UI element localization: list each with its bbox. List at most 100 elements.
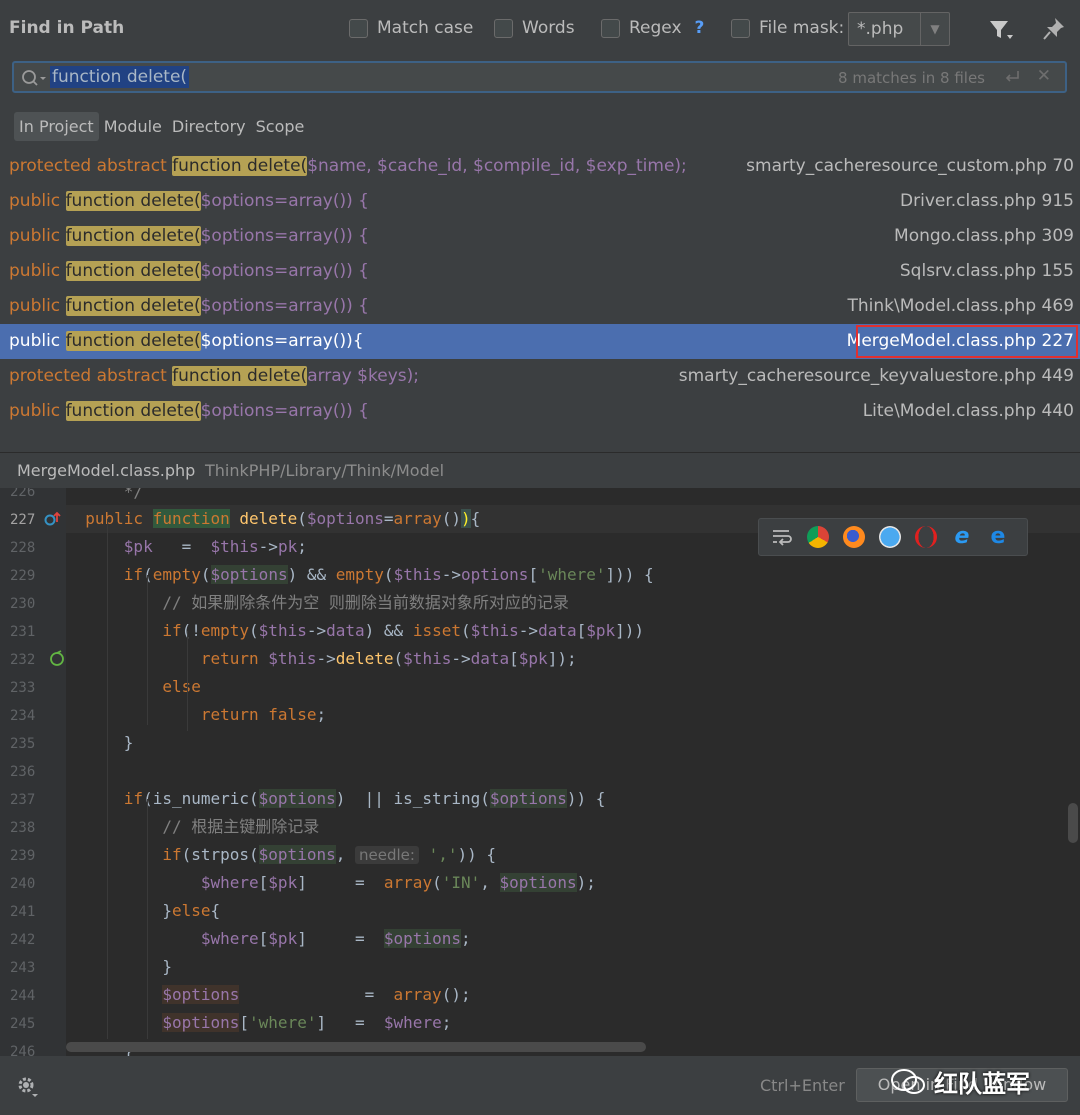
line-number: 239 bbox=[10, 848, 36, 864]
recursive-call-icon[interactable] bbox=[48, 650, 66, 668]
safari-icon[interactable] bbox=[879, 526, 901, 548]
code-line-239: if(strpos($options, needle: ',')) { bbox=[162, 845, 496, 864]
words-checkbox[interactable] bbox=[494, 18, 513, 38]
code-line-237: if(is_numeric($options) || is_string($op… bbox=[123, 789, 606, 808]
preview-file-path: ThinkPHP/Library/Think/Model bbox=[205, 461, 445, 480]
new-line-icon[interactable] bbox=[1003, 68, 1021, 86]
result-file[interactable]: Mongo.class.php 309 bbox=[894, 219, 1074, 254]
result-row[interactable]: public function delete($options=array())… bbox=[0, 394, 1080, 429]
gear-icon[interactable] bbox=[15, 1074, 39, 1098]
line-number: 232 bbox=[10, 652, 36, 668]
line-number: 244 bbox=[10, 988, 36, 1004]
line-number: 233 bbox=[10, 680, 36, 696]
code-line-229: if(empty($options) && empty($this->optio… bbox=[123, 565, 654, 584]
result-file[interactable]: smarty_cacheresource_custom.php 70 bbox=[746, 149, 1074, 184]
ie-icon[interactable]: e bbox=[951, 526, 973, 548]
result-file[interactable]: Driver.class.php 915 bbox=[900, 184, 1074, 219]
result-code: public function delete($options=array())… bbox=[9, 184, 369, 219]
indent-guide bbox=[147, 799, 148, 1039]
result-row[interactable]: public function delete($options=array())… bbox=[0, 254, 1080, 289]
result-file[interactable]: Think\Model.class.php 469 bbox=[848, 289, 1075, 324]
tab-in-project[interactable]: In Project bbox=[14, 112, 99, 141]
regex-help-icon[interactable]: ? bbox=[695, 18, 705, 38]
code-line-226: */ bbox=[123, 488, 144, 501]
line-number: 231 bbox=[10, 624, 36, 640]
result-rest: $options=array()) { bbox=[200, 226, 369, 246]
wrap-icon[interactable] bbox=[771, 526, 793, 548]
search-input[interactable]: function delete( 8 matches in 8 files ✕ bbox=[12, 61, 1067, 93]
line-number: 228 bbox=[10, 540, 36, 556]
result-prefix: public bbox=[9, 296, 66, 316]
pin-icon[interactable] bbox=[1042, 16, 1066, 42]
code-line-235: } bbox=[66, 733, 134, 752]
match-case-label: Match case bbox=[377, 18, 474, 38]
tab-directory[interactable]: Directory bbox=[167, 112, 251, 141]
result-rest: $options=array()) { bbox=[200, 296, 369, 316]
code-line-238: // 根据主键删除记录 bbox=[162, 817, 320, 836]
indent-guide bbox=[147, 575, 148, 725]
vertical-scrollbar[interactable] bbox=[1068, 803, 1078, 843]
file-mask-checkbox[interactable] bbox=[731, 18, 750, 38]
result-code: protected abstract function delete(array… bbox=[9, 359, 419, 394]
result-row[interactable]: public function delete($options=array())… bbox=[0, 219, 1080, 254]
close-icon[interactable]: ✕ bbox=[1037, 66, 1051, 86]
result-row[interactable]: protected abstract function delete($name… bbox=[0, 149, 1080, 184]
result-row[interactable]: public function delete($options=array())… bbox=[0, 324, 1080, 359]
code-line-231: if(!empty($this->data) && isset($this->d… bbox=[162, 621, 645, 640]
result-prefix: protected abstract bbox=[9, 156, 173, 176]
search-query: function delete( bbox=[50, 66, 190, 88]
file-mask-option[interactable]: File mask: bbox=[731, 18, 844, 38]
line-number: 226 bbox=[10, 488, 36, 500]
match-case-option[interactable]: Match case bbox=[349, 18, 473, 38]
line-number: 242 bbox=[10, 932, 36, 948]
match-case-checkbox[interactable] bbox=[349, 18, 368, 38]
result-prefix: public bbox=[9, 226, 66, 246]
firefox-icon[interactable] bbox=[843, 526, 865, 548]
filter-icon[interactable] bbox=[988, 18, 1014, 42]
dialog-footer: Ctrl+Enter Open in Find Window 红队蓝军 bbox=[0, 1056, 1080, 1115]
edge-icon[interactable]: e bbox=[987, 526, 1009, 548]
result-match: function delete( bbox=[65, 226, 201, 246]
file-mask-dropdown[interactable]: *.php ▼ bbox=[848, 12, 950, 46]
result-code: public function delete($options=array())… bbox=[9, 324, 364, 359]
find-header: Find in Path Match case Words Regex ? Fi… bbox=[0, 0, 1080, 60]
line-number: 246 bbox=[10, 1044, 36, 1056]
browser-toolbar: e e bbox=[758, 518, 1028, 556]
horizontal-scrollbar[interactable] bbox=[66, 1042, 646, 1052]
search-icon[interactable] bbox=[20, 68, 48, 88]
result-row[interactable]: public function delete($options=array())… bbox=[0, 289, 1080, 324]
code-preview[interactable]: 226 227 228 229 230 231 232 233 234 235 236 237 238 2… bbox=[0, 488, 1080, 1056]
watermark-text: 红队蓝军 bbox=[934, 1070, 1030, 1098]
file-mask-value: *.php bbox=[849, 13, 921, 45]
chrome-icon[interactable] bbox=[807, 526, 829, 548]
result-match: function delete( bbox=[65, 261, 201, 281]
tab-scope[interactable]: Scope bbox=[251, 112, 310, 141]
line-number: 227 bbox=[10, 512, 36, 528]
code-line-245: $options['where'] = $where; bbox=[162, 1013, 452, 1032]
result-match: function delete( bbox=[65, 296, 201, 316]
result-rest: $options=array()) { bbox=[200, 191, 369, 211]
tab-module[interactable]: Module bbox=[99, 112, 167, 141]
line-number: 238 bbox=[10, 820, 36, 836]
override-marker-icon[interactable] bbox=[43, 510, 61, 528]
line-number: 229 bbox=[10, 568, 36, 584]
result-row[interactable]: protected abstract function delete(array… bbox=[0, 359, 1080, 394]
words-option[interactable]: Words bbox=[494, 18, 575, 38]
chevron-down-icon[interactable]: ▼ bbox=[921, 22, 949, 36]
result-prefix: public bbox=[9, 191, 66, 211]
opera-icon[interactable] bbox=[915, 526, 937, 548]
indent-guide bbox=[187, 631, 188, 731]
code-line-232: return $this->delete($this->data[$pk]); bbox=[200, 649, 577, 668]
regex-checkbox[interactable] bbox=[601, 18, 620, 38]
result-file[interactable]: Sqlsrv.class.php 155 bbox=[900, 254, 1074, 289]
regex-option[interactable]: Regex ? bbox=[601, 18, 704, 38]
result-row[interactable]: public function delete($options=array())… bbox=[0, 184, 1080, 219]
result-file[interactable]: smarty_cacheresource_keyvaluestore.php 4… bbox=[679, 359, 1074, 394]
result-code: public function delete($options=array())… bbox=[9, 394, 369, 429]
line-number: 245 bbox=[10, 1016, 36, 1032]
result-file[interactable]: Lite\Model.class.php 440 bbox=[863, 394, 1074, 429]
line-number: 235 bbox=[10, 736, 36, 752]
result-match: function delete( bbox=[65, 331, 201, 351]
line-gutter: 226 227 228 229 230 231 232 233 234 235 236 237 238 2… bbox=[0, 488, 66, 1056]
